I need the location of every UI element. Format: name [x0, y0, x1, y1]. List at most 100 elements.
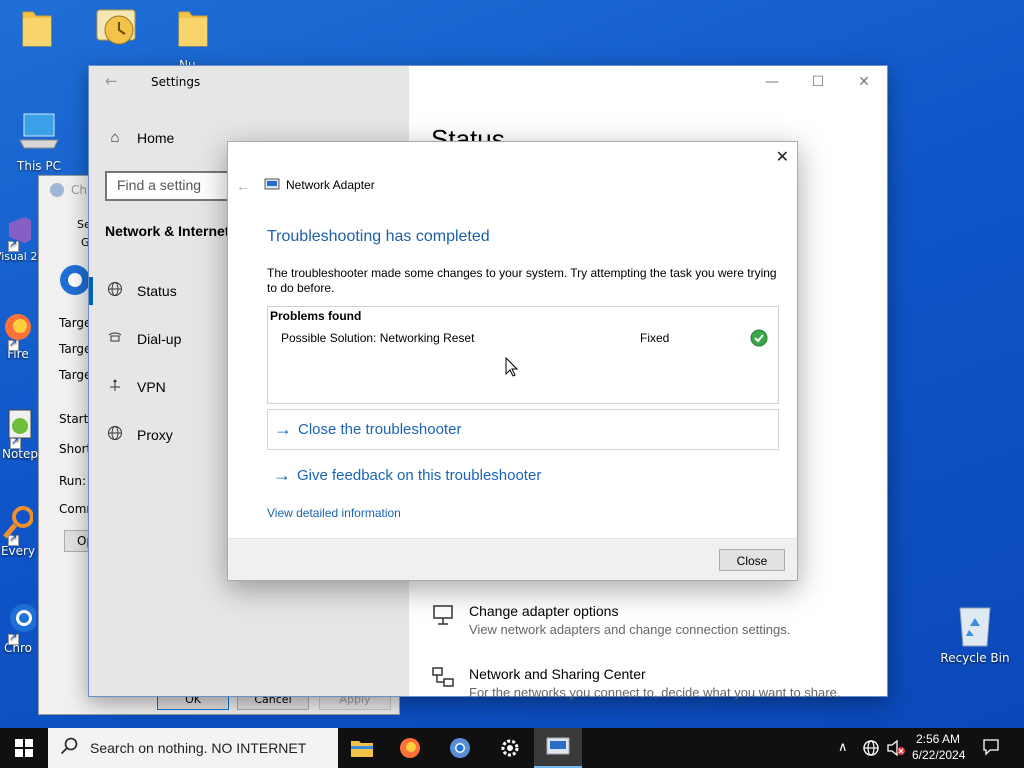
- vpn-icon: [105, 377, 125, 397]
- start-button[interactable]: [0, 728, 48, 768]
- check-icon: [750, 329, 768, 350]
- desktop-icon-label: Fire: [7, 347, 29, 361]
- desktop-icon-label: Visual 20: [0, 250, 44, 263]
- folder-icon: [178, 11, 208, 47]
- back-arrow-icon[interactable]: ←: [236, 178, 250, 194]
- close-button[interactable]: Close: [719, 549, 785, 571]
- folder-icon: [351, 741, 373, 757]
- globe-icon: [105, 425, 125, 445]
- link-label: Give feedback on this troubleshooter: [297, 467, 542, 484]
- sidebar-item-vpn[interactable]: VPN: [105, 377, 166, 397]
- taskbar-search[interactable]: Search on nothing. NO INTERNET: [48, 728, 338, 768]
- desktop-icon-folder-1[interactable]: [2, 6, 72, 53]
- recycle-bin-label: Recycle Bin: [940, 651, 1010, 665]
- desktop-icon-recycle-bin[interactable]: Recycle Bin: [940, 602, 1010, 665]
- dialog-titlebar: Network Adapter: [264, 178, 375, 192]
- volume-muted-icon[interactable]: [886, 739, 906, 760]
- back-arrow-icon[interactable]: ←: [105, 72, 118, 90]
- desktop-icon-visual-studio[interactable]: Visual 20: [0, 215, 44, 263]
- troubleshooter-description: The troubleshooter made some changes to …: [267, 266, 777, 295]
- sidebar-item-label: Home: [137, 129, 175, 146]
- desktop-icon-this-pc[interactable]: This PC: [4, 110, 74, 173]
- taskbar: Search on nothing. NO INTERNET ∧ 2:56 AM…: [0, 728, 1024, 768]
- network-adapter-icon: [264, 178, 280, 190]
- taskbar-troubleshooter[interactable]: [534, 728, 582, 768]
- sidebar-item-label: Status: [137, 283, 177, 299]
- gear-icon: [501, 739, 519, 757]
- close-icon[interactable]: ✕: [776, 147, 789, 167]
- sidebar-item-proxy[interactable]: Proxy: [105, 425, 173, 445]
- chrome-icon: [50, 183, 64, 197]
- taskbar-firefox[interactable]: [386, 728, 434, 768]
- recycle-bin-icon: [959, 607, 991, 647]
- sidebar-item-dialup[interactable]: Dial-up: [105, 329, 181, 349]
- link-description: For the networks you connect to, decide …: [469, 685, 841, 700]
- close-troubleshooter-link[interactable]: → Close the troubleshooter: [267, 409, 779, 450]
- windows-icon: [15, 739, 33, 757]
- link-label: Close the troubleshooter: [298, 421, 462, 438]
- link-title: Change adapter options: [469, 603, 619, 619]
- desktop-icon-label: Chro: [4, 641, 32, 655]
- folder-icon: [22, 11, 52, 47]
- adapter-icon: [431, 603, 457, 629]
- run-label: Run:: [59, 474, 87, 488]
- chevron-up-icon[interactable]: ∧: [838, 739, 848, 755]
- link-title: Network and Sharing Center: [469, 666, 646, 682]
- firefox-icon: [5, 314, 31, 340]
- desktop-icon-folder-2[interactable]: Nu...: [158, 6, 228, 72]
- shortcut-arrow-icon: [8, 239, 19, 252]
- sidebar-item-label: VPN: [137, 379, 166, 395]
- problem-name: Possible Solution: Networking Reset: [281, 331, 475, 345]
- clock-time: 2:56 AM: [915, 732, 961, 746]
- sidebar-item-home[interactable]: ⌂ Home: [105, 129, 174, 146]
- taskbar-chrome[interactable]: [436, 728, 484, 768]
- home-icon: ⌂: [110, 129, 120, 146]
- minimize-icon[interactable]: —: [749, 66, 795, 98]
- link-description: View network adapters and change connect…: [469, 622, 791, 637]
- mouse-cursor: [505, 356, 519, 380]
- sidebar-item-status[interactable]: Status: [105, 281, 177, 301]
- problems-found-panel: Problems found Possible Solution: Networ…: [267, 306, 779, 404]
- shortcut-arrow-icon: [8, 338, 19, 351]
- desktop-icon-label: This PC: [17, 159, 61, 173]
- maximize-icon[interactable]: ☐: [795, 66, 841, 98]
- clock[interactable]: 2:56 AM 6/22/2024: [912, 731, 966, 763]
- close-icon[interactable]: ✕: [841, 66, 887, 98]
- shortcut-arrow-icon: [8, 533, 19, 546]
- desktop-icon-outlook[interactable]: [80, 4, 150, 53]
- computer-icon: [19, 113, 59, 149]
- sidebar-item-label: Proxy: [137, 427, 173, 443]
- view-detailed-information-link[interactable]: View detailed information: [267, 506, 401, 520]
- settings-title: Settings: [151, 75, 201, 89]
- shortcut-arrow-icon: [10, 436, 21, 449]
- shortcut-arrow-icon: [8, 632, 19, 645]
- change-adapter-options-link[interactable]: Change adapter options View network adap…: [431, 603, 790, 637]
- give-feedback-link[interactable]: → Give feedback on this troubleshooter: [267, 455, 779, 496]
- dialog-footer: Close: [228, 538, 797, 580]
- network-sharing-icon: [431, 666, 457, 692]
- desktop-icon-everything[interactable]: Every: [0, 505, 42, 558]
- problems-header: Problems found: [270, 309, 362, 323]
- troubleshooter-heading: Troubleshooting has completed: [267, 228, 490, 245]
- taskbar-settings[interactable]: [486, 728, 534, 768]
- search-text: Search on nothing. NO INTERNET: [90, 740, 307, 756]
- globe-icon: [105, 281, 125, 301]
- arrow-right-icon: →: [273, 465, 291, 485]
- mail-clock-icon: [96, 9, 136, 45]
- network-sharing-center-link[interactable]: Network and Sharing Center For the netwo…: [431, 666, 840, 700]
- section-heading: Network & Internet: [105, 223, 230, 239]
- network-globe-icon[interactable]: [862, 739, 880, 760]
- notepad-icon: [8, 409, 32, 439]
- desktop-icon-chrome[interactable]: Chro: [0, 600, 42, 655]
- problem-status: Fixed: [640, 331, 670, 345]
- dialog-title: Network Adapter: [286, 178, 375, 192]
- chrome-icon: [450, 738, 470, 758]
- search-icon: [60, 737, 78, 760]
- desktop-icon-firefox[interactable]: Fire: [0, 312, 42, 361]
- notification-icon[interactable]: [982, 738, 1000, 759]
- network-adapter-icon: [546, 737, 570, 755]
- clock-date: 6/22/2024: [912, 748, 966, 762]
- sidebar-item-label: Dial-up: [137, 331, 182, 347]
- taskbar-file-explorer[interactable]: [338, 728, 386, 768]
- firefox-icon: [400, 738, 420, 758]
